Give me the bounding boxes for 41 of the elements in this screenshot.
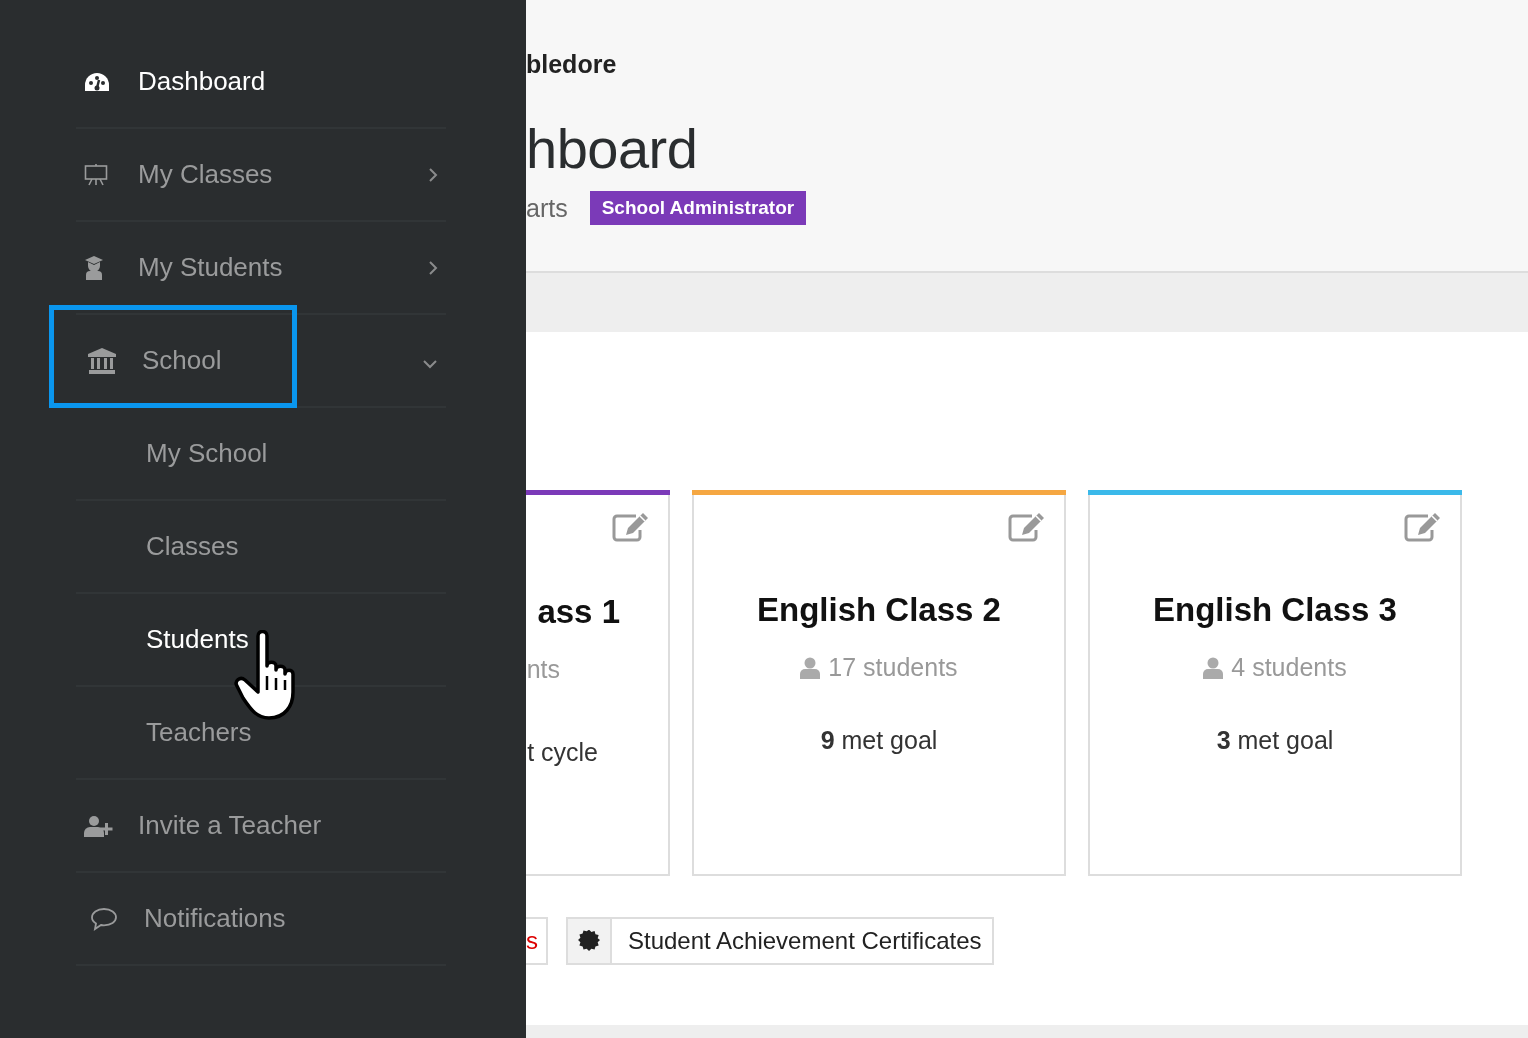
- chevron-right-icon: [428, 260, 438, 276]
- goal-summary: 9 met goal: [820, 726, 938, 755]
- school-menu[interactable]: School: [76, 315, 446, 408]
- my-students-link[interactable]: My Students: [76, 222, 446, 315]
- edit-icon[interactable]: [1404, 512, 1442, 542]
- certificates-button[interactable]: Student Achievement Certificates: [566, 917, 994, 965]
- my-classes-link[interactable]: My Classes: [76, 129, 446, 222]
- dashboard-icon: [84, 71, 110, 92]
- class-title: ass 1: [537, 593, 620, 631]
- presentation-board-icon: [84, 163, 108, 186]
- seal-icon: [578, 930, 600, 952]
- goal-summary: t cycle: [527, 738, 598, 767]
- person-icon: [1203, 656, 1224, 679]
- class-card[interactable]: English Class 2 17 students 9 met goal: [692, 490, 1066, 876]
- person-icon: [800, 656, 821, 679]
- notifications-link[interactable]: Notifications: [76, 873, 446, 966]
- chevron-right-icon: [428, 167, 438, 183]
- submenu-link[interactable]: Classes: [76, 501, 446, 594]
- student-count: nts: [526, 655, 560, 684]
- dashboard-link[interactable]: Dashboard: [76, 36, 446, 129]
- add-user-icon: [84, 814, 114, 837]
- goal-summary: 3 met goal: [1216, 726, 1334, 755]
- user-name: bledore: [526, 50, 618, 79]
- class-card[interactable]: English Class 3 4 students 3 met goal: [1088, 490, 1462, 876]
- chevron-down-icon: [422, 359, 438, 369]
- graduate-icon: [84, 255, 104, 280]
- submenu-link[interactable]: My School: [76, 408, 446, 501]
- class-title: English Class 3: [1153, 591, 1397, 629]
- invite-teacher-link[interactable]: Invite a Teacher: [76, 780, 446, 873]
- class-title: English Class 2: [757, 591, 1001, 629]
- page-title: hboard: [526, 121, 699, 177]
- speech-bubble-icon: [90, 906, 118, 931]
- student-count: 17 students: [828, 653, 958, 682]
- school-name: arts: [526, 193, 568, 223]
- action-button[interactable]: s: [526, 917, 548, 965]
- edit-icon[interactable]: [1008, 512, 1046, 542]
- edit-icon[interactable]: [612, 512, 650, 542]
- class-card[interactable]: ass 1 nts t cycle: [526, 490, 670, 876]
- bank-building-icon: [88, 347, 116, 374]
- role-badge: School Administrator: [589, 191, 807, 225]
- student-count: 4 students: [1231, 653, 1347, 682]
